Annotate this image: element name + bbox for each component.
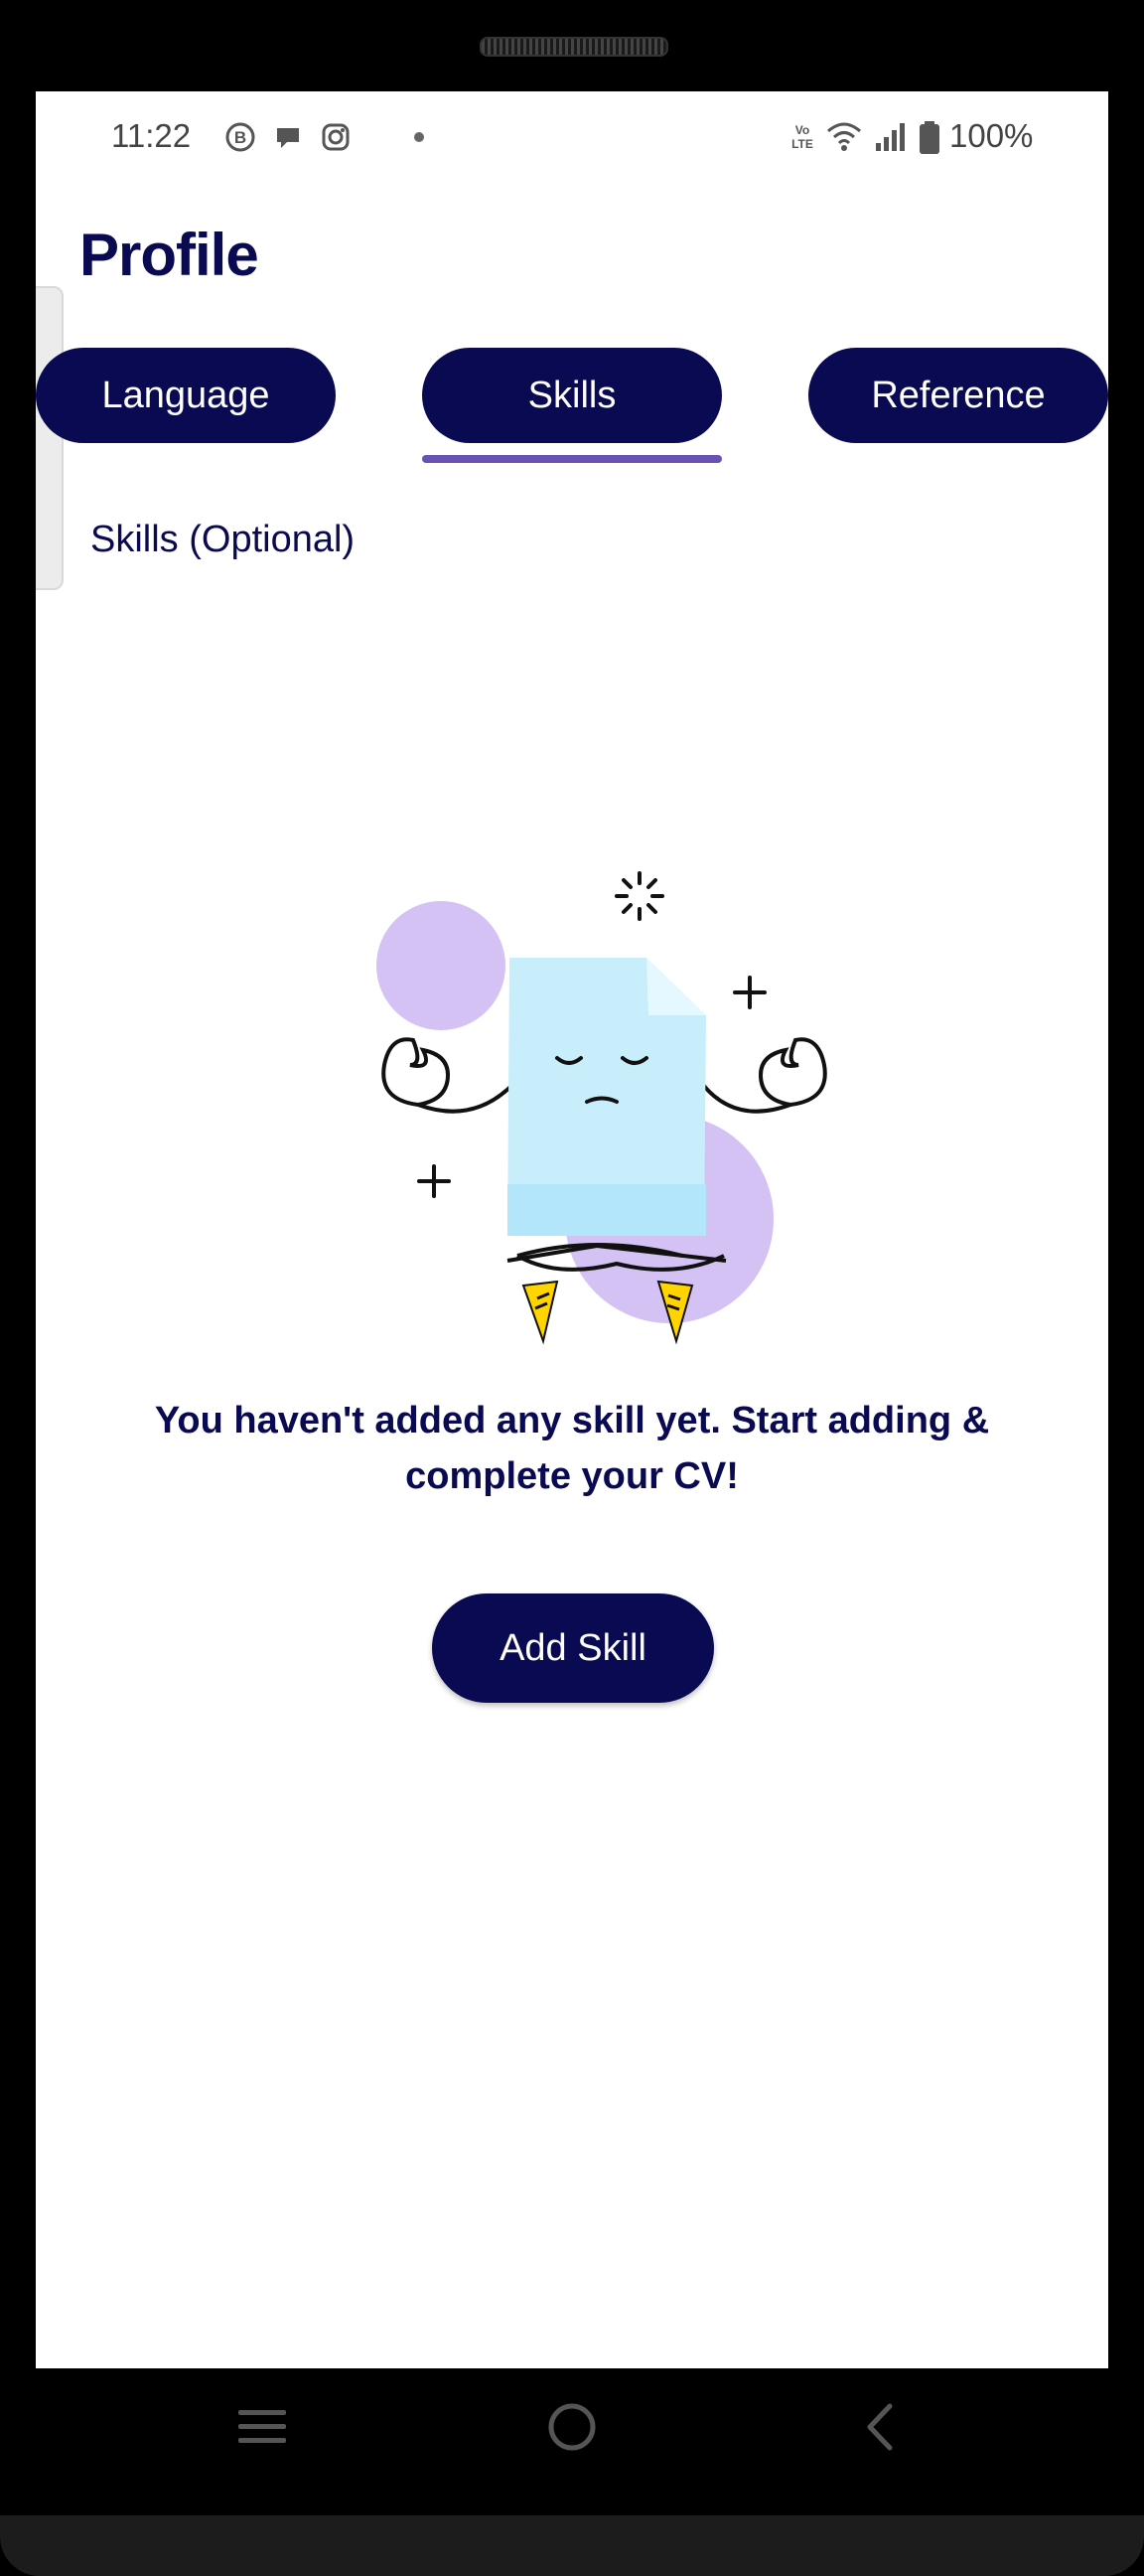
right-hand xyxy=(758,1037,827,1108)
battery-percentage: 100% xyxy=(949,117,1034,154)
section-title: Skills (Optional) xyxy=(90,519,356,560)
drawer-handle[interactable] xyxy=(36,286,64,590)
svg-text:Vo: Vo xyxy=(795,123,809,137)
meditating-document-illustration xyxy=(376,871,827,1345)
b-chat-icon: B xyxy=(225,122,255,152)
tab-language[interactable]: Language xyxy=(36,348,336,443)
blob-top-left xyxy=(376,901,505,1030)
tab-skills[interactable]: Skills xyxy=(422,348,722,443)
empty-state-message: You haven't added any skill yet. Start a… xyxy=(154,1400,990,1497)
tab-language-label: Language xyxy=(101,374,270,416)
svg-text:LTE: LTE xyxy=(791,137,813,151)
document-shade xyxy=(507,1184,706,1236)
tab-reference[interactable]: Reference xyxy=(808,348,1108,443)
wifi-icon xyxy=(827,122,861,151)
system-nav-bar xyxy=(0,2368,1144,2488)
signal-icon xyxy=(876,123,905,151)
active-tab-indicator xyxy=(422,455,722,463)
svg-text:B: B xyxy=(234,128,246,147)
phone-screen: 11:22 B Vo LTE 100% Profile Language Ski… xyxy=(36,91,1108,2368)
add-skill-button-label: Add Skill xyxy=(500,1626,646,1669)
add-skill-button[interactable]: Add Skill xyxy=(432,1593,714,1703)
status-time: 11:22 xyxy=(111,117,192,154)
page-title: Profile xyxy=(79,222,259,288)
menu-icon[interactable] xyxy=(236,2404,288,2450)
bottom-bezel xyxy=(0,2515,1144,2576)
volte-icon: Vo LTE xyxy=(791,123,813,151)
back-icon[interactable] xyxy=(860,2402,900,2452)
status-bar: 11:22 B Vo LTE 100% xyxy=(36,91,1108,181)
document-fold xyxy=(646,958,706,1015)
message-bubble-icon xyxy=(277,128,299,148)
home-icon[interactable] xyxy=(547,2402,597,2452)
tab-skills-label: Skills xyxy=(527,374,617,416)
dot-icon xyxy=(414,132,424,142)
earpiece-speaker xyxy=(480,37,668,57)
sparkle-icon xyxy=(615,871,664,921)
battery-icon xyxy=(920,121,939,154)
instagram-icon xyxy=(322,123,350,151)
tab-reference-label: Reference xyxy=(871,374,1046,416)
left-shoe xyxy=(521,1280,559,1345)
left-hand xyxy=(381,1037,451,1108)
